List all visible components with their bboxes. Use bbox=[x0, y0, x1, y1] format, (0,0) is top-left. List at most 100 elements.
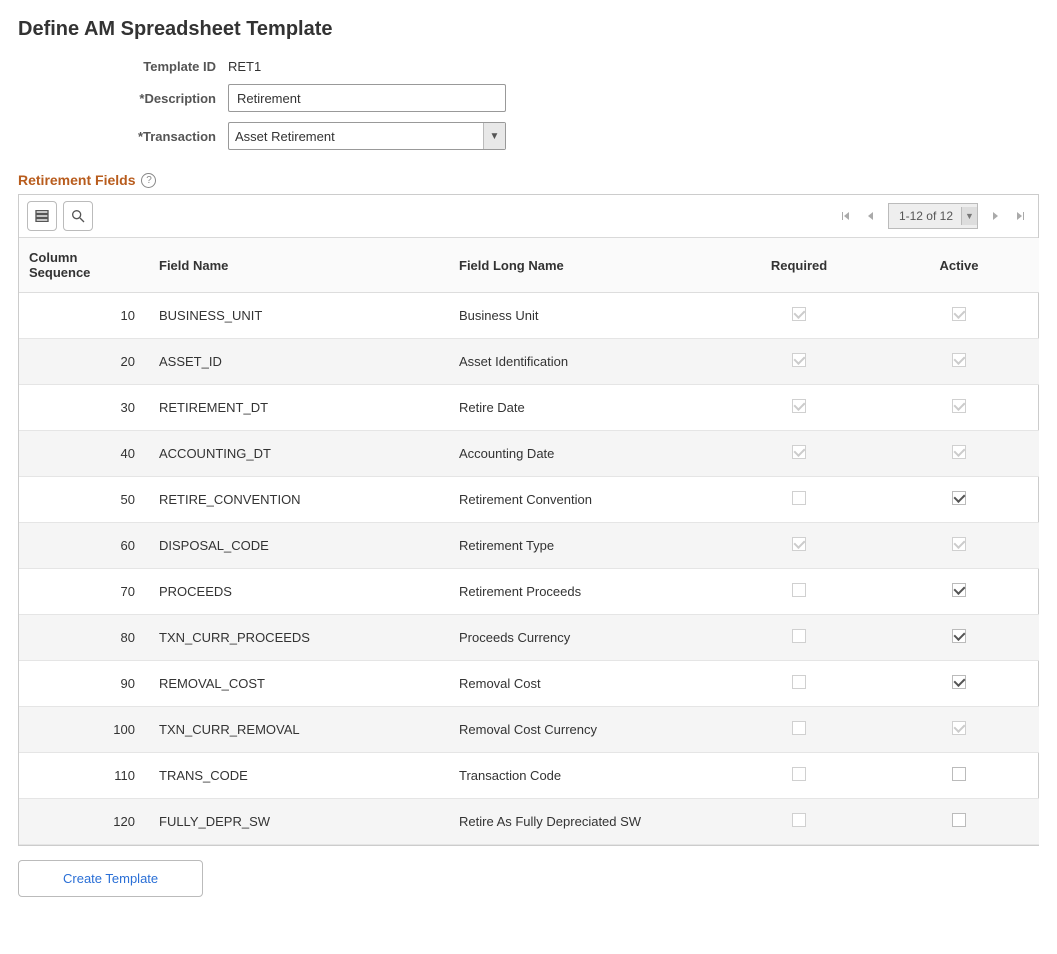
cell-field-name: PROCEEDS bbox=[149, 569, 449, 615]
active-checkbox[interactable] bbox=[952, 583, 966, 597]
section-title: Retirement Fields bbox=[18, 172, 135, 188]
description-label: *Description bbox=[18, 91, 228, 106]
cell-active bbox=[879, 569, 1039, 615]
cell-active bbox=[879, 523, 1039, 569]
required-checkbox bbox=[792, 399, 806, 413]
active-checkbox bbox=[952, 721, 966, 735]
cell-seq: 100 bbox=[19, 707, 149, 753]
cell-required bbox=[719, 385, 879, 431]
next-page-icon[interactable] bbox=[986, 207, 1004, 225]
cell-field-long-name: Asset Identification bbox=[449, 339, 719, 385]
cell-required bbox=[719, 799, 879, 845]
cell-seq: 30 bbox=[19, 385, 149, 431]
cell-required bbox=[719, 293, 879, 339]
col-required[interactable]: Required bbox=[719, 238, 879, 293]
first-page-icon[interactable] bbox=[836, 207, 854, 225]
active-checkbox[interactable] bbox=[952, 675, 966, 689]
create-template-button[interactable]: Create Template bbox=[18, 860, 203, 897]
table-row: 90REMOVAL_COSTRemoval Cost bbox=[19, 661, 1039, 707]
cell-required bbox=[719, 661, 879, 707]
table-row: 60DISPOSAL_CODERetirement Type bbox=[19, 523, 1039, 569]
cell-required bbox=[719, 753, 879, 799]
cell-required bbox=[719, 339, 879, 385]
transaction-label: *Transaction bbox=[18, 129, 228, 144]
active-checkbox bbox=[952, 353, 966, 367]
cell-field-long-name: Transaction Code bbox=[449, 753, 719, 799]
cell-active bbox=[879, 385, 1039, 431]
cell-required bbox=[719, 615, 879, 661]
col-active[interactable]: Active bbox=[879, 238, 1039, 293]
table-row: 20ASSET_IDAsset Identification bbox=[19, 339, 1039, 385]
cell-field-long-name: Retirement Proceeds bbox=[449, 569, 719, 615]
table-row: 30RETIREMENT_DTRetire Date bbox=[19, 385, 1039, 431]
active-checkbox[interactable] bbox=[952, 767, 966, 781]
required-checkbox bbox=[792, 583, 806, 597]
cell-seq: 120 bbox=[19, 799, 149, 845]
cell-field-name: ASSET_ID bbox=[149, 339, 449, 385]
cell-active bbox=[879, 799, 1039, 845]
cell-field-name: TXN_CURR_REMOVAL bbox=[149, 707, 449, 753]
active-checkbox bbox=[952, 307, 966, 321]
table-row: 110TRANS_CODETransaction Code bbox=[19, 753, 1039, 799]
cell-field-name: BUSINESS_UNIT bbox=[149, 293, 449, 339]
required-checkbox bbox=[792, 353, 806, 367]
col-seq[interactable]: Column Sequence bbox=[19, 238, 149, 293]
cell-active bbox=[879, 477, 1039, 523]
required-checkbox bbox=[792, 445, 806, 459]
required-checkbox bbox=[792, 537, 806, 551]
table-row: 100TXN_CURR_REMOVALRemoval Cost Currency bbox=[19, 707, 1039, 753]
table-row: 80TXN_CURR_PROCEEDSProceeds Currency bbox=[19, 615, 1039, 661]
cell-field-name: RETIRE_CONVENTION bbox=[149, 477, 449, 523]
table-row: 50RETIRE_CONVENTIONRetirement Convention bbox=[19, 477, 1039, 523]
cell-field-long-name: Retirement Convention bbox=[449, 477, 719, 523]
cell-seq: 50 bbox=[19, 477, 149, 523]
active-checkbox bbox=[952, 445, 966, 459]
cell-field-name: FULLY_DEPR_SW bbox=[149, 799, 449, 845]
required-checkbox bbox=[792, 307, 806, 321]
description-input[interactable] bbox=[228, 84, 506, 112]
cell-required bbox=[719, 431, 879, 477]
required-checkbox bbox=[792, 721, 806, 735]
cell-seq: 110 bbox=[19, 753, 149, 799]
table-row: 70PROCEEDSRetirement Proceeds bbox=[19, 569, 1039, 615]
required-checkbox bbox=[792, 813, 806, 827]
active-checkbox[interactable] bbox=[952, 629, 966, 643]
help-icon[interactable]: ? bbox=[141, 173, 156, 188]
cell-field-name: TXN_CURR_PROCEEDS bbox=[149, 615, 449, 661]
prev-page-icon[interactable] bbox=[862, 207, 880, 225]
cell-field-long-name: Business Unit bbox=[449, 293, 719, 339]
active-checkbox bbox=[952, 537, 966, 551]
cell-active bbox=[879, 707, 1039, 753]
active-checkbox[interactable] bbox=[952, 813, 966, 827]
search-button[interactable] bbox=[63, 201, 93, 231]
cell-required bbox=[719, 707, 879, 753]
cell-field-long-name: Retire Date bbox=[449, 385, 719, 431]
chevron-down-icon: ▼ bbox=[961, 207, 977, 225]
active-checkbox bbox=[952, 399, 966, 413]
cell-required bbox=[719, 569, 879, 615]
cell-seq: 80 bbox=[19, 615, 149, 661]
last-page-icon[interactable] bbox=[1012, 207, 1030, 225]
col-field-long-name[interactable]: Field Long Name bbox=[449, 238, 719, 293]
cell-seq: 70 bbox=[19, 569, 149, 615]
required-checkbox bbox=[792, 629, 806, 643]
grid-action-button[interactable] bbox=[27, 201, 57, 231]
required-checkbox bbox=[792, 675, 806, 689]
cell-required bbox=[719, 523, 879, 569]
cell-field-name: RETIREMENT_DT bbox=[149, 385, 449, 431]
transaction-select[interactable]: Asset Retirement bbox=[228, 122, 506, 150]
table-row: 120FULLY_DEPR_SWRetire As Fully Deprecia… bbox=[19, 799, 1039, 845]
cell-seq: 90 bbox=[19, 661, 149, 707]
template-id-value: RET1 bbox=[228, 59, 261, 74]
cell-field-name: DISPOSAL_CODE bbox=[149, 523, 449, 569]
col-field-name[interactable]: Field Name bbox=[149, 238, 449, 293]
active-checkbox[interactable] bbox=[952, 491, 966, 505]
page-indicator[interactable]: 1-12 of 12 ▼ bbox=[888, 203, 978, 229]
cell-active bbox=[879, 431, 1039, 477]
cell-required bbox=[719, 477, 879, 523]
cell-active bbox=[879, 753, 1039, 799]
page-title: Define AM Spreadsheet Template bbox=[18, 18, 1039, 41]
cell-seq: 40 bbox=[19, 431, 149, 477]
cell-active bbox=[879, 293, 1039, 339]
cell-active bbox=[879, 661, 1039, 707]
